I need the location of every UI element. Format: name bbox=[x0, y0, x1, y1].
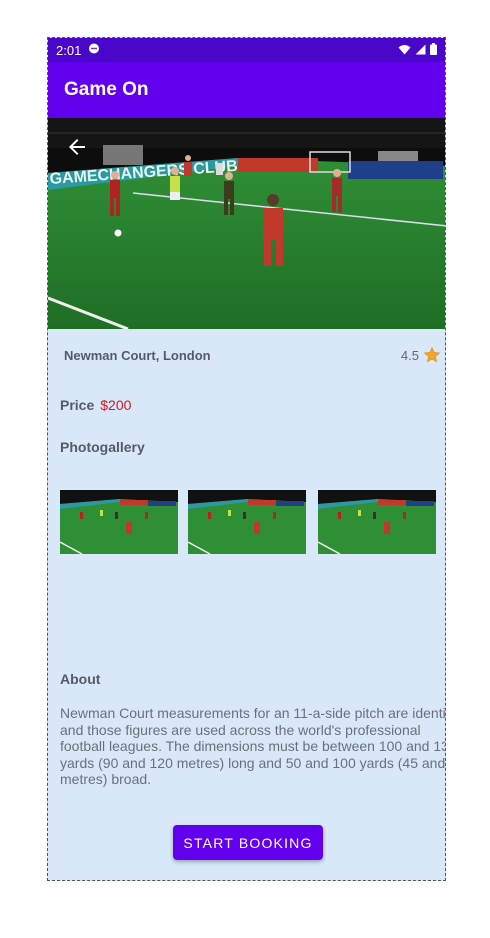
about-heading: About bbox=[60, 671, 101, 687]
about-line: Newman Court measurements for an 11-a-si… bbox=[60, 705, 446, 721]
star-icon bbox=[423, 346, 441, 363]
about-line: football leagues. The dimensions must be… bbox=[60, 738, 446, 754]
about-line: and those figures are used across the wo… bbox=[60, 721, 421, 738]
chat-bubble-icon bbox=[89, 43, 99, 54]
start-booking-button[interactable]: START BOOKING bbox=[173, 825, 323, 860]
gallery-photo[interactable] bbox=[60, 490, 178, 554]
price-label: Price bbox=[60, 397, 95, 413]
wifi-icon bbox=[398, 44, 411, 54]
venue-hero-image: GAMECHANGERS CLUB bbox=[48, 118, 445, 329]
status-bar: 2:01 bbox=[48, 38, 445, 62]
battery-icon bbox=[430, 43, 437, 55]
about-text: Newman Court measurements for an 11-a-si… bbox=[60, 705, 446, 788]
pitch-photo: GAMECHANGERS CLUB bbox=[48, 118, 445, 329]
price-row: Price $200 bbox=[60, 397, 131, 413]
gallery-heading: Photogallery bbox=[60, 439, 145, 455]
app-bar: Game On bbox=[48, 62, 445, 118]
gallery-photo[interactable] bbox=[188, 490, 306, 554]
price-value: $200 bbox=[100, 397, 132, 413]
arrow-left-icon[interactable] bbox=[65, 135, 89, 159]
status-time: 2:01 bbox=[56, 43, 82, 58]
signal-icon bbox=[415, 44, 426, 54]
status-icons bbox=[398, 43, 437, 55]
photo-gallery bbox=[60, 490, 445, 554]
gallery-photo[interactable] bbox=[318, 490, 436, 554]
rating-value: 4.5 bbox=[400, 347, 419, 363]
venue-name: Newman Court, London bbox=[64, 348, 211, 363]
phone-screen: 2:01 Game On GAMECHANGERS CLUB Newman Co… bbox=[47, 37, 446, 881]
about-line: yards (90 and 120 metres) long and 50 an… bbox=[60, 754, 446, 771]
venue-rating: 4.5 bbox=[401, 346, 441, 364]
about-line: metres) broad. bbox=[60, 771, 152, 787]
app-title: Game On bbox=[64, 79, 149, 100]
